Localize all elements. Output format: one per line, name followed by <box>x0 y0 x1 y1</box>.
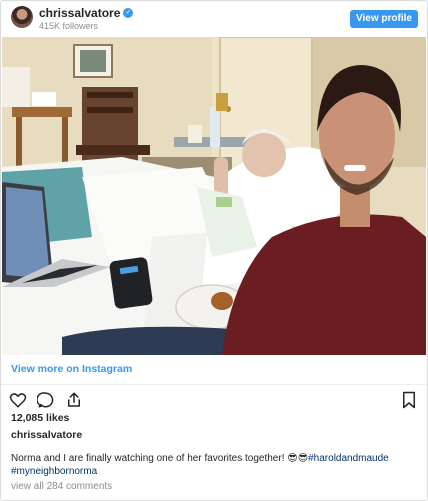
caption-text: Norma and I are finally watching one of … <box>11 453 288 464</box>
heart-icon[interactable] <box>9 391 27 409</box>
avatar[interactable] <box>11 6 33 28</box>
post-photo[interactable] <box>2 37 426 355</box>
like-count[interactable]: 12,085 likes <box>11 412 69 424</box>
username-row: chrissalvatore ✓ <box>39 6 134 20</box>
caption-username[interactable]: chrissalvatore <box>11 429 82 441</box>
post-header: chrissalvatore ✓ 415K followers View pro… <box>1 1 427 37</box>
username-link[interactable]: chrissalvatore <box>39 6 120 20</box>
view-more-link[interactable]: View more on Instagram <box>11 363 132 375</box>
comment-icon[interactable] <box>36 391 55 409</box>
caption: Norma and I are finally watching one of … <box>11 452 411 478</box>
view-comments-link[interactable]: view all 284 comments <box>11 481 112 492</box>
bookmark-icon[interactable] <box>401 391 417 414</box>
share-icon[interactable] <box>65 391 83 409</box>
divider <box>1 384 427 385</box>
view-profile-button[interactable]: View profile <box>350 10 418 28</box>
action-bar <box>9 391 83 409</box>
verified-badge-icon: ✓ <box>123 8 134 18</box>
hashtag-link[interactable]: #myneighbornorma <box>11 466 97 477</box>
hashtag-link[interactable]: #haroldandmaude <box>308 453 389 464</box>
instagram-embed: chrissalvatore ✓ 415K followers View pro… <box>0 0 428 501</box>
caption-emoji: 😎😎 <box>287 453 309 464</box>
follower-count: 415K followers <box>39 21 99 31</box>
